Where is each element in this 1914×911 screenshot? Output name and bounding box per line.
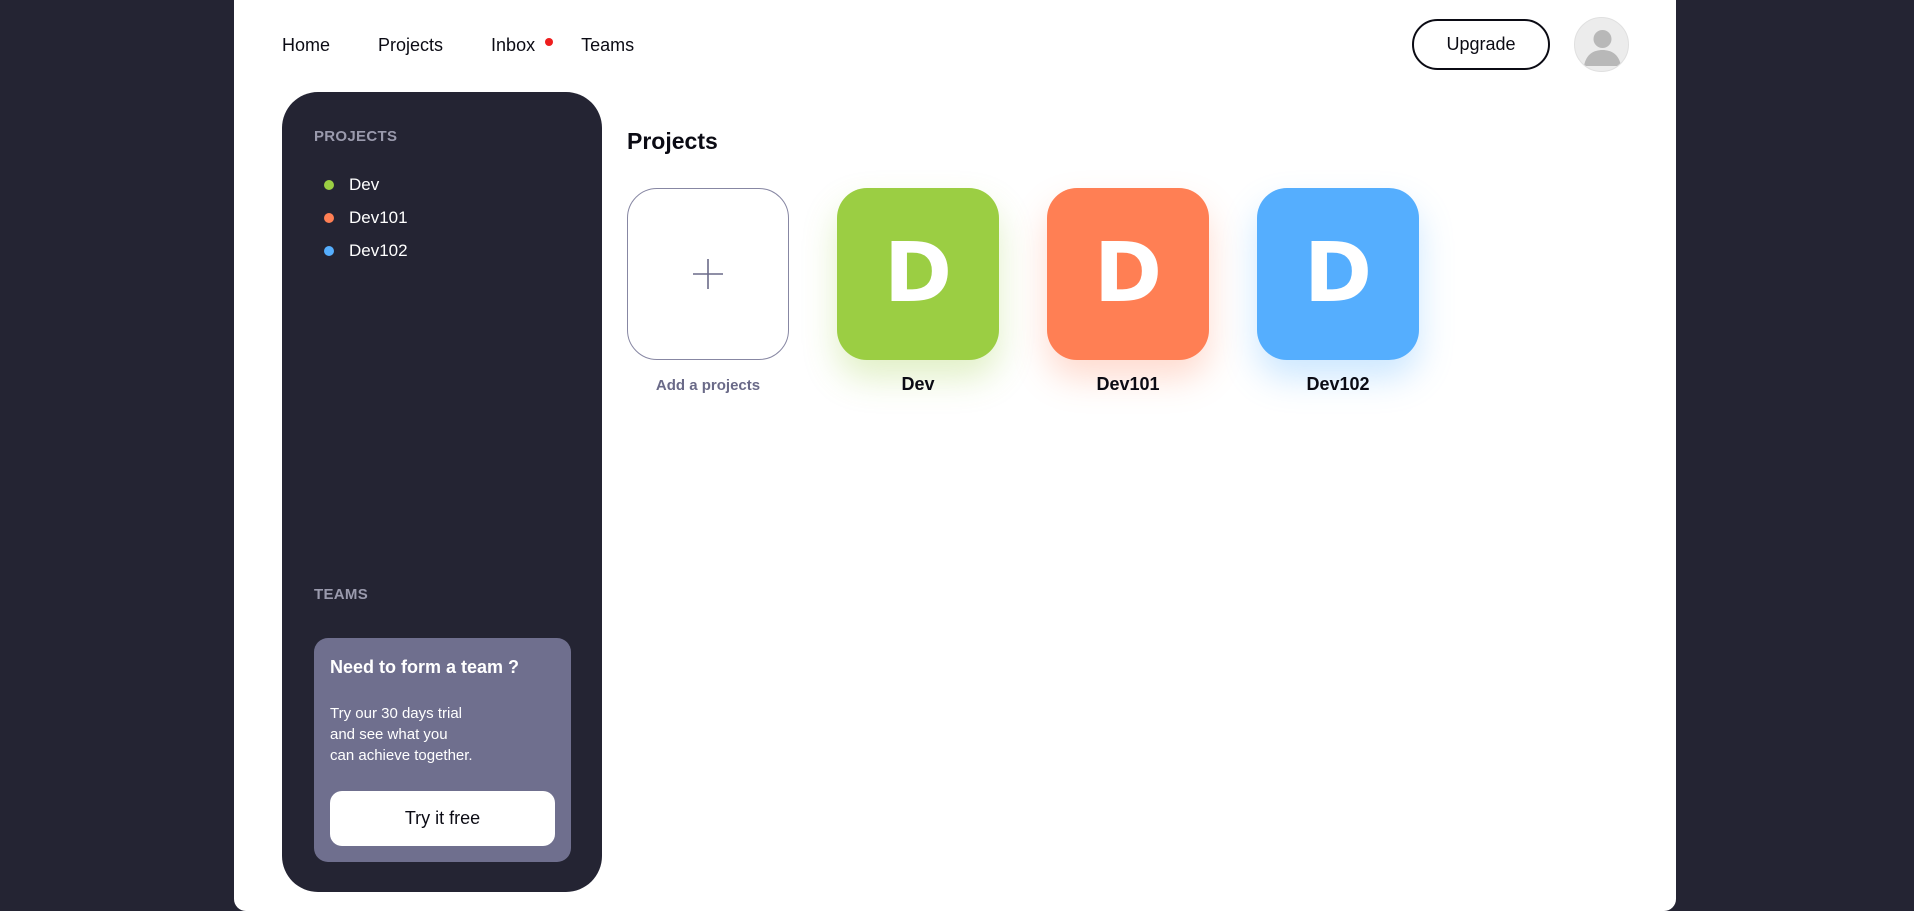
nav-projects[interactable]: Projects (378, 30, 443, 60)
notification-dot (545, 38, 554, 46)
team-card-title: Need to form a team ? (330, 657, 520, 677)
project-color-dot (324, 179, 334, 190)
plus-icon (693, 259, 723, 289)
project-name[interactable]: Dev (837, 374, 999, 395)
team-card-text-line: can achieve together. (330, 747, 473, 764)
project-tile-dev101[interactable]: D (1047, 188, 1209, 360)
user-icon (1584, 30, 1621, 66)
nav-home[interactable]: Home (282, 30, 330, 60)
project-tile-dev102[interactable]: D (1257, 188, 1419, 360)
sidebar-item-dev102[interactable]: Dev102 (324, 234, 408, 267)
sidebar-project-list: Dev Dev101 Dev102 (324, 168, 408, 267)
sidebar: PROJECTS Dev Dev101 Dev102 TEAMS Need to… (282, 92, 602, 892)
project-initial: D (1303, 226, 1373, 321)
project-initial: D (883, 226, 953, 321)
team-card-text-line: and see what you (330, 726, 448, 743)
nav-teams[interactable]: Teams (581, 30, 634, 60)
sidebar-item-dev101[interactable]: Dev101 (324, 201, 408, 234)
sidebar-projects-heading: PROJECTS (314, 128, 398, 145)
project-color-dot (324, 245, 334, 256)
upgrade-button[interactable]: Upgrade (1412, 19, 1550, 70)
sidebar-item-label: Dev (349, 174, 380, 194)
sidebar-item-label: Dev102 (349, 240, 408, 260)
top-nav: Home Projects Inbox Teams (282, 30, 682, 60)
team-card-text: Try our 30 days trial and see what you c… (330, 703, 555, 766)
sidebar-item-dev[interactable]: Dev (324, 168, 408, 201)
project-color-dot (324, 212, 334, 223)
app-window: Home Projects Inbox Teams Upgrade PROJEC… (234, 0, 1676, 911)
avatar[interactable] (1574, 17, 1629, 72)
nav-inbox-label: Inbox (491, 35, 536, 55)
project-tile-dev[interactable]: D (837, 188, 999, 360)
sidebar-teams-heading: TEAMS (314, 586, 368, 603)
team-card-text-line: Try our 30 days trial (330, 705, 462, 722)
try-it-free-button[interactable]: Try it free (330, 791, 555, 846)
add-project-label[interactable]: Add a projects (627, 377, 789, 394)
project-initial: D (1093, 226, 1163, 321)
project-name[interactable]: Dev102 (1257, 374, 1419, 395)
page-title: Projects (627, 128, 718, 154)
nav-inbox[interactable]: Inbox (491, 30, 554, 60)
sidebar-item-label: Dev101 (349, 207, 408, 227)
project-name[interactable]: Dev101 (1047, 374, 1209, 395)
team-promo-card: Need to form a team ? Try our 30 days tr… (314, 638, 571, 862)
add-project-button[interactable] (627, 188, 789, 360)
